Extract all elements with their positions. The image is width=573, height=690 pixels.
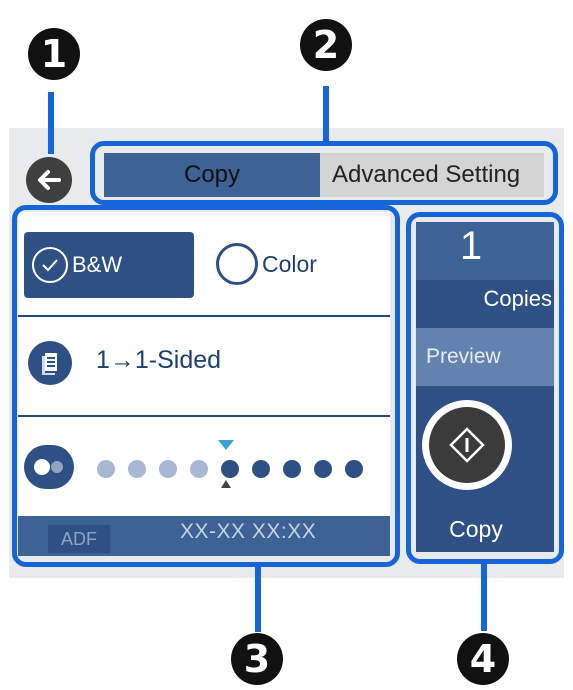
highlight-right-panel <box>406 212 564 564</box>
highlight-settings <box>12 205 400 567</box>
leader-line-4 <box>481 563 487 631</box>
back-button[interactable] <box>26 157 72 203</box>
callout-2: 2 <box>300 19 352 71</box>
callout-1: 1 <box>28 28 80 80</box>
highlight-tabs <box>90 141 558 205</box>
leader-line-1 <box>48 92 54 154</box>
callout-3: 3 <box>231 633 283 685</box>
leader-line-3 <box>255 566 261 632</box>
arrow-left-icon <box>38 170 61 190</box>
leader-line-2 <box>323 86 329 142</box>
callout-4: 4 <box>457 633 509 685</box>
